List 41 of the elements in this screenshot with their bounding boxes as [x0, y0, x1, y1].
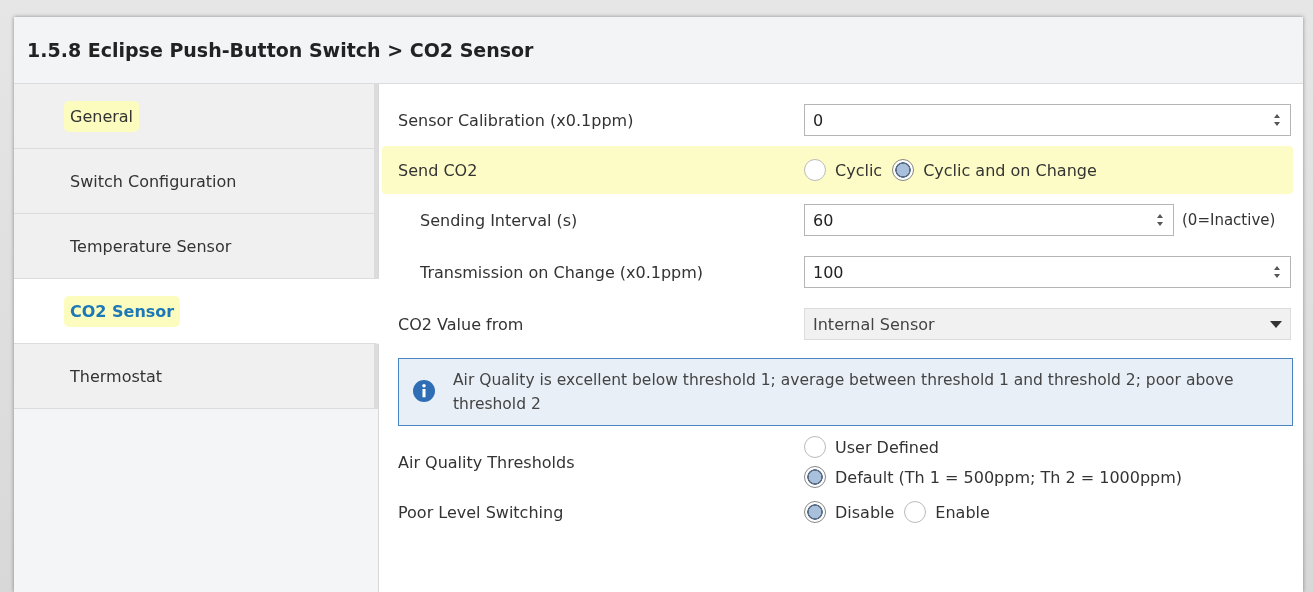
radio-option[interactable]: Disable: [804, 501, 895, 523]
sidebar-item-label: Temperature Sensor: [69, 235, 233, 258]
radio-button[interactable]: [804, 501, 826, 523]
radio-button[interactable]: [804, 159, 826, 181]
hint-text: (0=Inactive): [1182, 211, 1276, 229]
spinner-arrows-icon: [1272, 112, 1282, 128]
number-input-field[interactable]: 0: [804, 104, 1291, 136]
radio-option[interactable]: Default (Th 1 = 500ppm; Th 2 = 1000ppm): [804, 466, 1183, 488]
spinner-arrows-icon: [1155, 212, 1165, 228]
caret-icon: [1270, 320, 1282, 328]
sidebar-item[interactable]: CO2 Sensor: [14, 279, 379, 344]
parameter-label: Send CO2: [398, 160, 479, 180]
window-title: 1.5.8 Eclipse Push-Button Switch > CO2 Sensor: [27, 39, 534, 61]
spinner-arrows-icon: [1272, 264, 1282, 280]
sidebar-item[interactable]: General: [14, 84, 378, 149]
radio-option[interactable]: Enable: [904, 501, 990, 523]
radio-button[interactable]: [892, 159, 915, 181]
sidebar-item-label: CO2 Sensor: [64, 295, 181, 327]
parameter-label: Transmission on Change (x0.1ppm): [419, 262, 705, 282]
parameter-label: CO2 Value from: [398, 314, 525, 334]
info-text: Air Quality is excellent below threshold 1; average between threshold 1 and threshold 2; poor above threshold 2: [453, 370, 1235, 415]
parameter-label: Sending Interval (s): [419, 210, 579, 230]
sidebar-item[interactable]: Thermostat: [14, 344, 378, 409]
radio-button[interactable]: [904, 501, 927, 523]
sidebar-item[interactable]: Temperature Sensor: [14, 214, 378, 279]
parameter-label: Poor Level Switching: [398, 502, 565, 522]
number-input-field[interactable]: 100: [804, 256, 1291, 288]
radio-option[interactable]: Cyclic and on Change: [892, 159, 1097, 181]
radio-button[interactable]: [804, 466, 826, 488]
sidebar-item-label: Thermostat: [69, 365, 164, 388]
info-icon: [413, 380, 435, 402]
radio-option[interactable]: Cyclic: [804, 159, 883, 181]
radio-option[interactable]: User Defined: [804, 436, 1183, 458]
parameter-label: Air Quality Thresholds: [398, 452, 576, 472]
parameter-label: Sensor Calibration (x0.1ppm): [398, 110, 635, 130]
sidebar-item-label: Switch Configuration: [69, 170, 238, 193]
dropdown-field[interactable]: Internal Sensor: [804, 308, 1291, 340]
sidebar-item[interactable]: Switch Configuration: [14, 149, 378, 214]
radio-button[interactable]: [804, 436, 826, 458]
number-input-field[interactable]: 60: [804, 204, 1174, 236]
sidebar-item-label: General: [64, 100, 140, 132]
